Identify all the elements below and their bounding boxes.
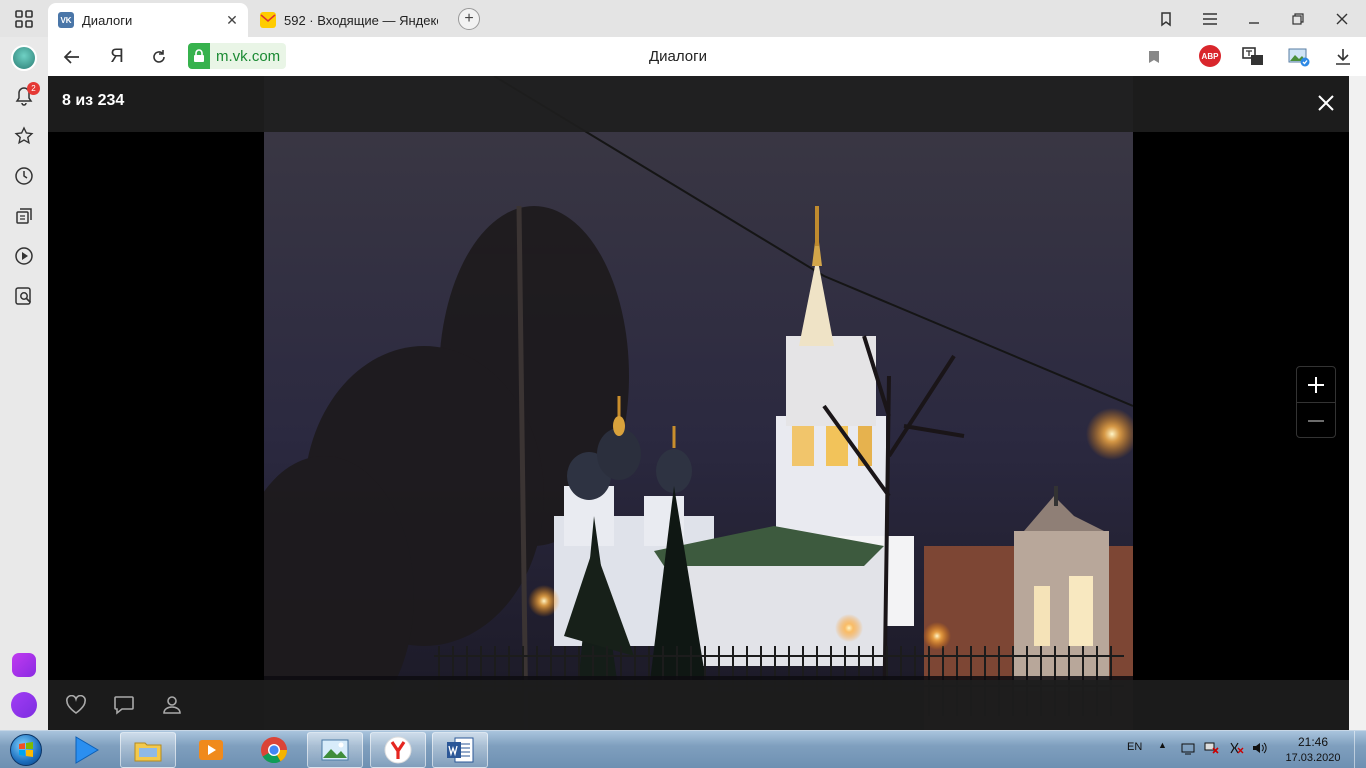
- viewer-header: 8 из 234: [48, 76, 1349, 132]
- tabs-grid-icon[interactable]: [14, 9, 34, 29]
- volume-icon[interactable]: [1252, 741, 1268, 758]
- viewer-footer: [48, 680, 1349, 730]
- tab-dialogs[interactable]: VK Диалоги ✕: [48, 3, 248, 37]
- url-field[interactable]: m.vk.com: [188, 43, 287, 69]
- media-player-icon[interactable]: [183, 732, 239, 768]
- smart-search-icon[interactable]: [12, 284, 36, 308]
- tab-strip: VK Диалоги ✕ 592 · Входящие — Яндекс +: [0, 0, 1366, 37]
- bookmark-icon[interactable]: [1142, 45, 1166, 69]
- clock-date: 17.03.2020: [1285, 752, 1341, 764]
- play-arrow-app-icon[interactable]: [58, 732, 114, 768]
- alice-assistant-button[interactable]: [10, 691, 38, 719]
- alice-app-icon[interactable]: [12, 653, 36, 677]
- video-play-icon[interactable]: [12, 244, 36, 268]
- browser-sidebar: 2: [0, 37, 48, 730]
- chrome-icon[interactable]: [246, 732, 302, 768]
- yandex-browser-icon[interactable]: [370, 732, 426, 768]
- clock-time: 21:46: [1297, 735, 1329, 749]
- minimize-icon[interactable]: [1243, 8, 1265, 30]
- start-button[interactable]: [6, 732, 46, 768]
- alice-icon: [12, 653, 36, 677]
- photo-viewer-icon[interactable]: [307, 732, 363, 768]
- notifications-bell-icon[interactable]: 2: [12, 82, 40, 108]
- back-arrow-icon[interactable]: [60, 45, 84, 69]
- photo-image[interactable]: [264, 76, 1133, 730]
- adblock-plus-icon[interactable]: ABP: [1199, 45, 1221, 67]
- favorites-star-icon[interactable]: [12, 124, 36, 148]
- tab-title: 592 · Входящие — Яндекс: [284, 12, 438, 28]
- profile-avatar[interactable]: [10, 44, 38, 72]
- tab-title: Диалоги: [82, 12, 133, 28]
- power-icon[interactable]: [1228, 741, 1244, 758]
- comment-icon[interactable]: [110, 692, 138, 718]
- network-icon[interactable]: [1204, 741, 1220, 758]
- windows-taskbar: EN ▲ 21:46 17.03.2020: [0, 730, 1366, 768]
- close-window-icon[interactable]: [1331, 8, 1353, 30]
- zoom-out-icon[interactable]: [1297, 403, 1335, 438]
- download-icon[interactable]: [1331, 45, 1355, 69]
- windows-logo-icon: [10, 734, 42, 766]
- like-heart-icon[interactable]: [62, 692, 90, 718]
- bookmarks-collection-icon[interactable]: [1155, 8, 1177, 30]
- tray-expand-icon[interactable]: ▲: [1158, 740, 1167, 750]
- history-clock-icon[interactable]: [12, 164, 36, 188]
- show-desktop-button[interactable]: [1354, 731, 1366, 768]
- collections-icon[interactable]: [12, 204, 36, 228]
- mail-icon: [260, 12, 276, 28]
- vk-icon: VK: [58, 12, 74, 28]
- notification-badge: 2: [27, 82, 40, 95]
- word-icon[interactable]: [432, 732, 488, 768]
- avatar: [11, 45, 37, 71]
- close-viewer-icon[interactable]: [1313, 90, 1339, 116]
- restore-icon[interactable]: [1287, 8, 1309, 30]
- url-domain: m.vk.com: [216, 47, 281, 65]
- night-church-photo: [264, 76, 1133, 730]
- lock-icon: [188, 43, 210, 69]
- photo-counter: 8 из 234: [62, 92, 125, 109]
- action-center-icon[interactable]: [1181, 741, 1195, 758]
- tab-yandex-mail[interactable]: 592 · Входящие — Яндекс: [250, 3, 448, 37]
- menu-icon[interactable]: [1199, 8, 1221, 30]
- page-title: Диалоги: [649, 48, 707, 65]
- alice-orb-icon: [11, 692, 37, 718]
- zoom-controls: [1296, 366, 1336, 438]
- page-scrollbar[interactable]: [1349, 76, 1366, 730]
- translate-icon[interactable]: [1241, 45, 1265, 69]
- tag-person-icon[interactable]: [158, 692, 186, 718]
- photo-viewer: 8 из 234: [48, 76, 1366, 730]
- zoom-in-icon[interactable]: [1297, 367, 1335, 402]
- close-tab-icon[interactable]: ✕: [226, 13, 238, 27]
- new-tab-button[interactable]: +: [458, 8, 480, 30]
- reload-icon[interactable]: [147, 45, 171, 69]
- system-clock[interactable]: 21:46 17.03.2020: [1283, 734, 1343, 766]
- yandex-logo-icon[interactable]: Я: [105, 45, 129, 69]
- address-bar: Я m.vk.com Диалоги ABP: [48, 37, 1366, 76]
- image-extension-icon[interactable]: [1287, 45, 1311, 69]
- file-explorer-icon[interactable]: [120, 732, 176, 768]
- language-indicator[interactable]: EN: [1127, 741, 1142, 753]
